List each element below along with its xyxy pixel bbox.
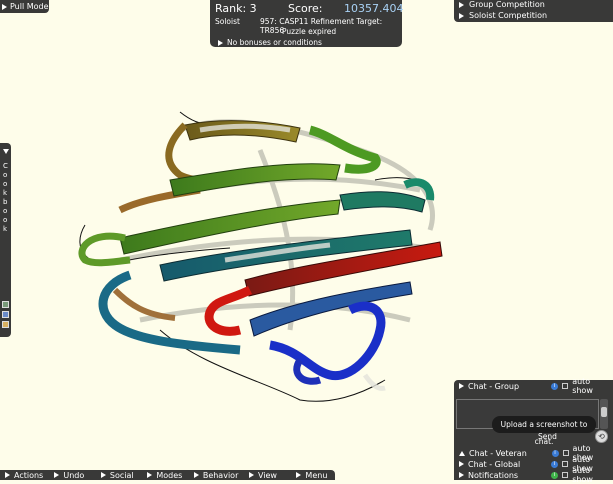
cookbook-panel[interactable]: C o o k b o o k: [0, 143, 11, 337]
recipe-icon[interactable]: [2, 301, 9, 308]
triangle-right-icon: [459, 472, 464, 478]
pull-mode-button[interactable]: Pull Mode: [0, 0, 49, 13]
soloist-competition-toggle[interactable]: Soloist Competition: [459, 11, 547, 20]
menu-menu-label: Menu: [305, 470, 328, 480]
notifications-tab[interactable]: Notifications i auto show: [459, 466, 613, 484]
cookbook-letter: o: [3, 207, 8, 215]
triangle-right-icon: [218, 39, 223, 46]
triangle-right-icon: [147, 472, 153, 478]
screenshot-tooltip: Upload a screenshot to chat.: [492, 416, 596, 446]
info-icon[interactable]: i: [551, 449, 559, 457]
triangle-right-icon: [100, 472, 106, 478]
triangle-down-icon: [3, 149, 9, 154]
auto-show-checkbox[interactable]: [562, 383, 569, 389]
bottom-menu-bar: Actions Undo Social Modes Behavior View …: [0, 470, 335, 480]
info-icon[interactable]: i: [551, 460, 559, 468]
info-icon[interactable]: i: [551, 382, 559, 390]
send-button[interactable]: Send: [538, 432, 557, 441]
rank-label: Rank: 3: [215, 2, 257, 15]
pull-mode-label: Pull Mode: [10, 2, 49, 11]
scrollbar-thumb[interactable]: [601, 407, 607, 417]
score-value: 10357.404: [344, 2, 404, 15]
strand-teal-2: [339, 191, 426, 213]
chat-global-label: Chat - Global: [468, 459, 521, 469]
cookbook-letter: o: [3, 216, 8, 224]
auto-show-checkbox[interactable]: [562, 461, 569, 467]
competitions-panel: Group Competition Soloist Competition: [454, 0, 613, 22]
menu-modes[interactable]: Modes: [142, 471, 188, 480]
cookbook-letter: o: [3, 180, 8, 188]
group-competition-label: Group Competition: [469, 0, 545, 9]
triangle-up-icon: [459, 450, 465, 456]
menu-actions[interactable]: Actions: [0, 471, 49, 480]
triangle-right-icon: [248, 472, 254, 478]
menu-social-label: Social: [109, 470, 134, 480]
triangle-right-icon: [459, 461, 464, 467]
mode-label: Soloist: [215, 17, 240, 26]
chat-group-label: Chat - Group: [468, 381, 520, 391]
triangle-right-icon: [459, 12, 464, 19]
recipe-icon[interactable]: [2, 321, 9, 328]
auto-show-checkbox[interactable]: [562, 450, 569, 456]
chat-scrollbar[interactable]: [600, 399, 608, 429]
menu-undo-label: Undo: [63, 470, 85, 480]
loop-red: [204, 285, 253, 336]
auto-show-label: auto show: [572, 377, 593, 395]
menu-behavior[interactable]: Behavior: [189, 471, 244, 480]
menu-menu[interactable]: Menu: [291, 471, 335, 480]
puzzle-status: Puzzle expired: [282, 27, 337, 36]
menu-social[interactable]: Social: [96, 471, 142, 480]
cookbook-letter: b: [3, 198, 8, 206]
chat-group-tab[interactable]: Chat - Group i auto show: [459, 377, 613, 395]
bonuses-toggle[interactable]: No bonuses or conditions: [218, 38, 322, 47]
cookbook-letter: k: [3, 189, 8, 197]
cookbook-letter: o: [3, 171, 8, 179]
chat-veteran-label: Chat - Veteran: [469, 448, 527, 458]
soloist-competition-label: Soloist Competition: [469, 11, 548, 20]
auto-show-label: auto show: [572, 466, 593, 484]
triangle-right-icon: [459, 383, 464, 389]
menu-view[interactable]: View: [244, 471, 291, 480]
triangle-right-icon: [459, 1, 464, 8]
camera-icon[interactable]: ⟲: [595, 430, 608, 443]
bonuses-label: No bonuses or conditions: [227, 38, 322, 47]
triangle-right-icon: [54, 472, 60, 478]
group-competition-toggle[interactable]: Group Competition: [459, 0, 545, 9]
score-panel: Rank: 3 Score: 10357.404 Soloist 957: CA…: [210, 0, 404, 47]
triangle-right-icon: [2, 3, 7, 10]
cookbook-letter: k: [3, 225, 8, 233]
menu-behavior-label: Behavior: [202, 470, 239, 480]
menu-undo[interactable]: Undo: [49, 471, 95, 480]
recipe-icon[interactable]: [2, 311, 9, 318]
cookbook-letter: C: [3, 162, 8, 170]
menu-modes-label: Modes: [156, 470, 183, 480]
menu-actions-label: Actions: [14, 470, 44, 480]
menu-view-label: View: [257, 470, 277, 480]
triangle-right-icon: [193, 472, 199, 478]
notifications-label: Notifications: [468, 470, 519, 480]
triangle-right-icon: [5, 472, 10, 478]
score-label: Score:: [288, 2, 323, 15]
triangle-right-icon: [296, 472, 302, 478]
info-icon[interactable]: i: [551, 471, 559, 479]
loop-brown-2: [112, 287, 176, 321]
auto-show-checkbox[interactable]: [562, 472, 569, 478]
